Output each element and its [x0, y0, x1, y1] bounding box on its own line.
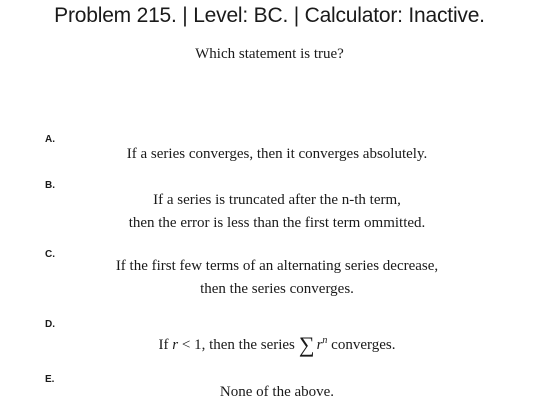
choice-c-line-1: If the first few terms of an alternating…: [115, 258, 439, 274]
choice-e-text: None of the above.: [88, 381, 466, 404]
choice-d-suffix: converges.: [331, 337, 396, 353]
choice-e-letter: E.: [45, 374, 55, 385]
choice-c-line-2: then the series converges.: [200, 281, 354, 297]
choice-c-text: If the first few terms of an alternating…: [88, 255, 466, 301]
choice-d-variable: r: [172, 337, 179, 353]
choice-b-line-2: then the error is less than the first te…: [128, 215, 426, 231]
choice-a-letter: A.: [45, 134, 55, 145]
question-prompt: Which statement is true?: [195, 46, 344, 62]
choice-e-line-1: None of the above.: [219, 384, 335, 400]
choice-b-letter: B.: [45, 180, 55, 191]
choice-d-text: If r < 1, then the series ∑ rn converges.: [88, 329, 466, 357]
choice-b-text: If a series is truncated after the n-th …: [88, 189, 466, 235]
choice-d-term-exponent: n: [322, 335, 328, 346]
choice-d-relation: < 1, then the series: [181, 337, 295, 353]
choice-a-line-1: If a series converges, then it converges…: [126, 146, 428, 162]
choice-d-prefix: If: [158, 337, 169, 353]
summation-symbol: ∑: [298, 332, 315, 357]
choice-b-line-1: If a series is truncated after the n-th …: [153, 192, 401, 208]
choice-d-line-1: If r < 1, then the series ∑ rn converges.: [88, 329, 466, 357]
problem-header: Problem 215. | Level: BC. | Calculator: …: [54, 4, 485, 27]
choice-c-letter: C.: [45, 249, 55, 260]
choice-d-letter: D.: [45, 319, 55, 330]
choice-a-text: If a series converges, then it converges…: [88, 143, 466, 166]
